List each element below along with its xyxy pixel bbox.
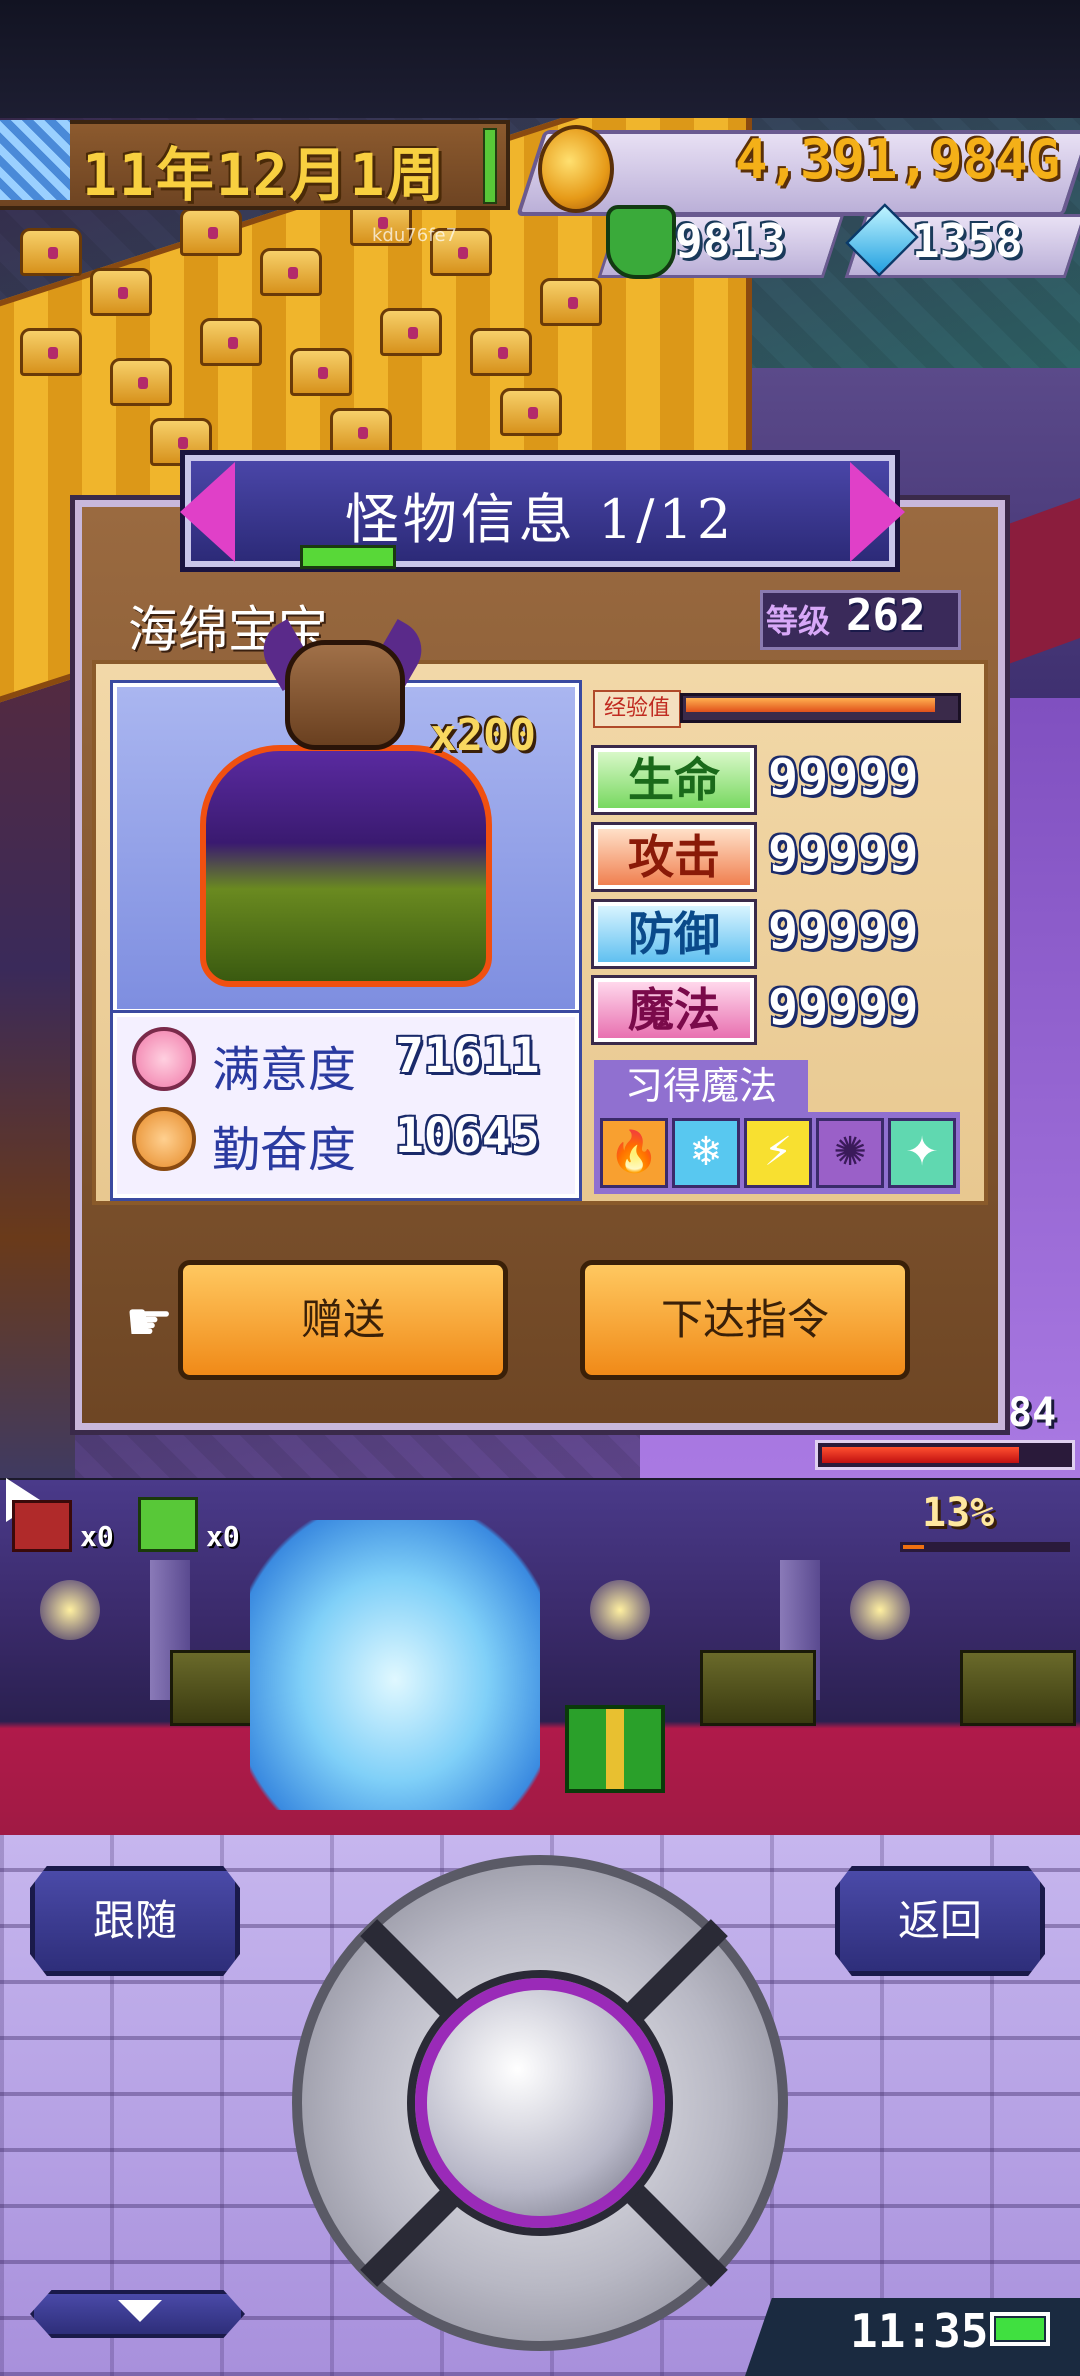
- lightning-magic-icon[interactable]: ⚡: [744, 1118, 812, 1188]
- gold-coin-icon: [538, 125, 614, 213]
- ice-monster-sprite[interactable]: [250, 1520, 540, 1810]
- attack-value: 99999: [768, 825, 919, 883]
- progress-bar-fill: [903, 1545, 924, 1549]
- treasure-chest-icon: [90, 268, 152, 316]
- game-date: 11年12月1周: [82, 141, 447, 209]
- progress-percent: 13%: [922, 1490, 995, 1536]
- give-order-button[interactable]: 下达指令: [580, 1260, 910, 1380]
- overlay-id-text: kdu76fe7: [372, 225, 458, 246]
- level-value: 262: [846, 590, 926, 641]
- dpad-center-button[interactable]: [407, 1970, 673, 2236]
- ice-magic-icon[interactable]: ❄: [672, 1118, 740, 1188]
- progress-bar: [900, 1542, 1070, 1552]
- wall-candle-icon: [850, 1580, 910, 1640]
- level-label: 等级: [766, 602, 831, 640]
- back-button[interactable]: 返回: [835, 1866, 1045, 1976]
- wind-magic-icon[interactable]: ✺: [816, 1118, 884, 1188]
- treasure-chest-icon: [380, 308, 442, 356]
- treasure-chest-icon: [110, 358, 172, 406]
- learned-magic-label: 习得魔法: [594, 1060, 808, 1112]
- treasure-chest-icon: [260, 248, 322, 296]
- treasure-chest-icon: [20, 228, 82, 276]
- date-indicator: [483, 128, 497, 204]
- gift-button[interactable]: 赠送: [178, 1260, 508, 1380]
- treasure-bag-count: x0: [80, 1520, 114, 1553]
- diligence-label: 勤奋度: [212, 1122, 357, 1178]
- treasure-chest-icon: [470, 328, 532, 376]
- hp-label: 生命: [591, 745, 757, 815]
- gift-count: x0: [206, 1520, 240, 1553]
- wall-candle-icon: [590, 1580, 650, 1640]
- heal-magic-icon[interactable]: ✦: [888, 1118, 956, 1188]
- boss-hp-fill: [822, 1447, 1019, 1463]
- hall-table: [960, 1650, 1076, 1726]
- fire-magic-icon[interactable]: 🔥: [600, 1118, 668, 1188]
- satisfaction-label: 满意度: [212, 1042, 357, 1098]
- treasure-bag-icon: [12, 1500, 72, 1552]
- magic-value: 99999: [768, 978, 919, 1036]
- monster-population-icon: [606, 205, 676, 279]
- hp-value: 99999: [768, 748, 919, 806]
- treasure-chest-icon: [500, 388, 562, 436]
- status-bar-top: [0, 0, 1080, 118]
- fist-icon: [132, 1107, 196, 1171]
- heart-icon: [132, 1027, 196, 1091]
- hall-table: [700, 1650, 816, 1726]
- treasure-chest-icon: [180, 208, 242, 256]
- title-green-marker: [300, 545, 396, 569]
- population-count: 9813: [675, 214, 786, 268]
- green-gift-icon: [138, 1497, 198, 1552]
- magic-label: 魔法: [591, 975, 757, 1045]
- defense-label: 防御: [591, 899, 757, 969]
- treasure-chest-icon: [330, 408, 392, 456]
- demon-head: [285, 640, 405, 750]
- attack-label: 攻击: [591, 822, 757, 892]
- follow-button[interactable]: 跟随: [30, 1866, 240, 1976]
- gold-amount: 4,391,984G: [735, 128, 1061, 191]
- demon-monster-sprite: [200, 745, 492, 987]
- satisfaction-value: 71611: [395, 1028, 540, 1084]
- exp-label: 经验值: [593, 690, 681, 728]
- map-left-rooms: [0, 608, 75, 1478]
- multiplier-badge: x200: [430, 710, 536, 761]
- treasure-chest-icon: [20, 328, 82, 376]
- diligence-value: 10645: [395, 1108, 540, 1164]
- battery-level: [996, 2318, 1044, 2340]
- exp-bar-fill: [686, 698, 935, 712]
- clock: 11:35: [850, 2304, 989, 2358]
- side-counter: 84: [1008, 1390, 1057, 1436]
- pointing-hand-icon: ☛: [125, 1290, 174, 1353]
- treasure-chest-icon: [540, 278, 602, 326]
- chevron-down-icon: [118, 2300, 162, 2322]
- treasure-chest-icon: [290, 348, 352, 396]
- gem-count: 1358: [912, 214, 1023, 268]
- gift-box-icon[interactable]: [565, 1705, 665, 1793]
- ice-crystal-icon: [0, 120, 70, 200]
- defense-value: 99999: [768, 902, 919, 960]
- wall-candle-icon: [40, 1580, 100, 1640]
- dialog-title: 怪物信息 1/12: [344, 488, 736, 551]
- treasure-chest-icon: [200, 318, 262, 366]
